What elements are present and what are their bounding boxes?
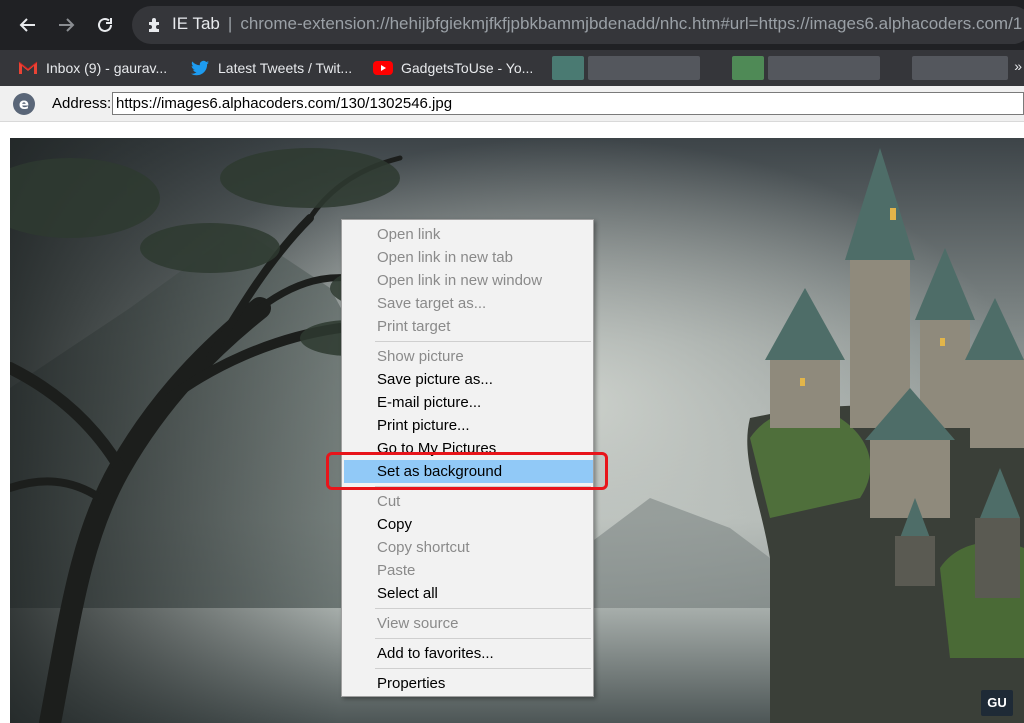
menu-item-add-to-favorites[interactable]: Add to favorites... — [344, 642, 593, 665]
menu-item-open-link-new-window[interactable]: Open link in new window — [344, 269, 593, 292]
menu-item-email-picture[interactable]: E-mail picture... — [344, 391, 593, 414]
blurred-bookmark-label — [588, 56, 700, 80]
more-bookmarks-chevron[interactable]: » — [1014, 58, 1022, 74]
bookmark-label: GadgetsToUse - Yo... — [401, 60, 534, 76]
bookmark-label: Latest Tweets / Twit... — [218, 60, 353, 76]
annotation-highlight-box — [326, 452, 608, 490]
menu-item-view-source[interactable]: View source — [344, 612, 593, 635]
menu-separator — [375, 668, 591, 669]
menu-item-properties[interactable]: Properties — [344, 672, 593, 695]
omnibox-separator: | — [227, 14, 233, 33]
omnibox-url: chrome-extension://hehijbfgiekmjfkfjpbkb… — [240, 14, 1023, 33]
menu-item-show-picture[interactable]: Show picture — [344, 345, 593, 368]
blurred-bookmark-icon — [732, 56, 764, 80]
watermark-logo: GU — [981, 690, 1013, 716]
menu-item-print-picture[interactable]: Print picture... — [344, 414, 593, 437]
youtube-icon — [373, 60, 393, 76]
forward-button[interactable] — [53, 12, 79, 38]
browser-toolbar: IE Tab | chrome-extension://hehijbfgiekmjf… — [0, 0, 1024, 50]
blurred-bookmark-label — [912, 56, 1008, 80]
back-button[interactable] — [15, 12, 41, 38]
extension-name: IE Tab — [172, 14, 220, 33]
twitter-icon — [190, 60, 210, 76]
menu-item-copy[interactable]: Copy — [344, 513, 593, 536]
omnibox[interactable]: IE Tab | chrome-extension://hehijbfgiekmjf… — [132, 6, 1024, 44]
ie-tab-address-bar: e Address: — [0, 86, 1024, 122]
reload-button[interactable] — [92, 12, 118, 38]
menu-item-copy-shortcut[interactable]: Copy shortcut — [344, 536, 593, 559]
menu-item-open-link[interactable]: Open link — [344, 223, 593, 246]
back-arrow-icon — [19, 18, 35, 32]
blurred-bookmark-label — [768, 56, 880, 80]
address-input[interactable] — [112, 92, 1024, 115]
menu-separator — [375, 608, 591, 609]
menu-item-paste[interactable]: Paste — [344, 559, 593, 582]
omnibox-text: IE Tab | chrome-extension://hehijbfgiekmjf… — [172, 14, 1022, 34]
gmail-icon — [18, 60, 38, 76]
menu-item-save-picture-as[interactable]: Save picture as... — [344, 368, 593, 391]
menu-item-print-target[interactable]: Print target — [344, 315, 593, 338]
menu-item-select-all[interactable]: Select all — [344, 582, 593, 605]
bookmarks-bar: Inbox (9) - gaurav... Latest Tweets / Tw… — [0, 50, 1024, 86]
menu-item-cut[interactable]: Cut — [344, 490, 593, 513]
puzzle-extension-icon — [149, 18, 159, 32]
reload-icon — [98, 17, 112, 32]
menu-separator — [375, 638, 591, 639]
blurred-bookmark-icon — [552, 56, 584, 80]
menu-item-save-target-as[interactable]: Save target as... — [344, 292, 593, 315]
menu-item-open-link-new-tab[interactable]: Open link in new tab — [344, 246, 593, 269]
menu-separator — [375, 341, 591, 342]
bookmark-youtube[interactable]: GadgetsToUse - Yo... — [373, 58, 533, 78]
ie-tab-logo-icon[interactable]: e — [13, 93, 35, 115]
address-label: Address: — [52, 95, 112, 112]
bookmark-twitter[interactable]: Latest Tweets / Twit... — [190, 58, 352, 78]
bookmark-gmail[interactable]: Inbox (9) - gaurav... — [18, 58, 167, 78]
forward-arrow-icon — [59, 18, 75, 32]
bookmark-label: Inbox (9) - gaurav... — [46, 60, 168, 76]
